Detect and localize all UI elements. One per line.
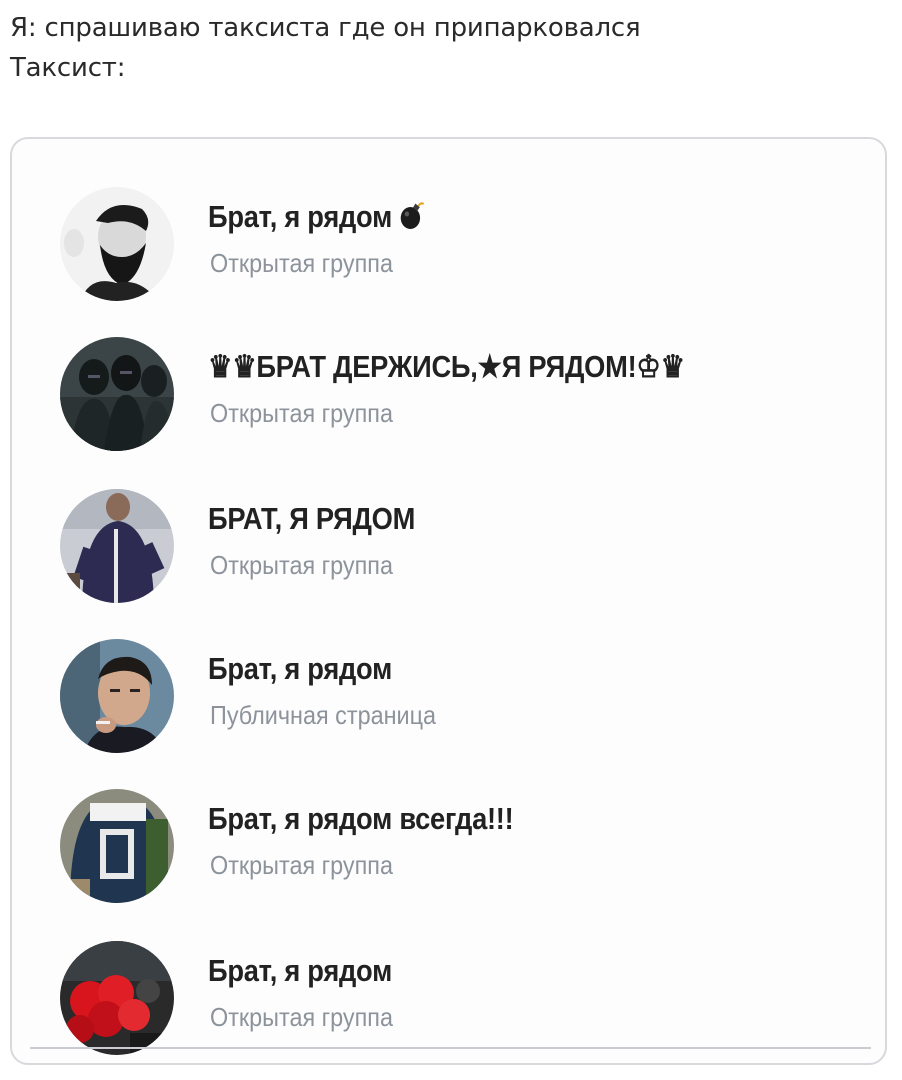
search-results-card: Брат, я рядом Открытая группа ♛♛БРАТ ДЕР… bbox=[10, 137, 887, 1065]
sports-jersey-avatar[interactable] bbox=[60, 789, 174, 903]
group-row-3[interactable]: БРАТ, Я РЯДОМ Открытая группа bbox=[60, 489, 860, 609]
group-type: Открытая группа bbox=[210, 850, 393, 880]
group-name: ♛♛БРАТ ДЕРЖИСЬ,★Я РЯДОМ!♔♛ bbox=[208, 349, 685, 384]
group-name: Брат, я рядом bbox=[208, 953, 393, 988]
group-row-4[interactable]: Брат, я рядом Публичная страница bbox=[60, 639, 860, 759]
group-type: Открытая группа bbox=[210, 248, 393, 278]
meme-caption: Я: спрашиваю таксиста где он припарковал… bbox=[10, 8, 641, 88]
divider bbox=[30, 1047, 871, 1049]
group-type: Публичная страница bbox=[210, 700, 437, 730]
group-name: Брат, я рядом bbox=[208, 199, 393, 234]
man-in-tracksuit-avatar[interactable] bbox=[60, 489, 174, 603]
group-name: Брат, я рядом bbox=[208, 651, 393, 686]
bomb-icon bbox=[399, 201, 425, 239]
group-row-6[interactable]: Брат, я рядом Открытая группа bbox=[60, 941, 860, 1061]
group-type: Открытая группа bbox=[210, 550, 393, 580]
group-row-1[interactable]: Брат, я рядом Открытая группа bbox=[60, 187, 860, 307]
red-flowers-avatar[interactable] bbox=[60, 941, 174, 1055]
group-type: Открытая группа bbox=[210, 398, 393, 428]
group-type: Открытая группа bbox=[210, 1002, 393, 1032]
group-row-2[interactable]: ♛♛БРАТ ДЕРЖИСЬ,★Я РЯДОМ!♔♛ Открытая груп… bbox=[60, 337, 860, 457]
caption-line-2: Таксист: bbox=[10, 53, 126, 83]
masked-men-avatar[interactable] bbox=[60, 337, 174, 451]
caption-line-1: Я: спрашиваю таксиста где он припарковал… bbox=[10, 13, 641, 43]
young-man-smoking-avatar[interactable] bbox=[60, 639, 174, 753]
group-name: БРАТ, Я РЯДОМ bbox=[208, 501, 416, 536]
group-row-5[interactable]: Брат, я рядом всегда!!! Открытая группа bbox=[60, 789, 860, 909]
group-name: Брат, я рядом всегда!!! bbox=[208, 801, 514, 836]
bearded-man-avatar[interactable] bbox=[60, 187, 174, 301]
